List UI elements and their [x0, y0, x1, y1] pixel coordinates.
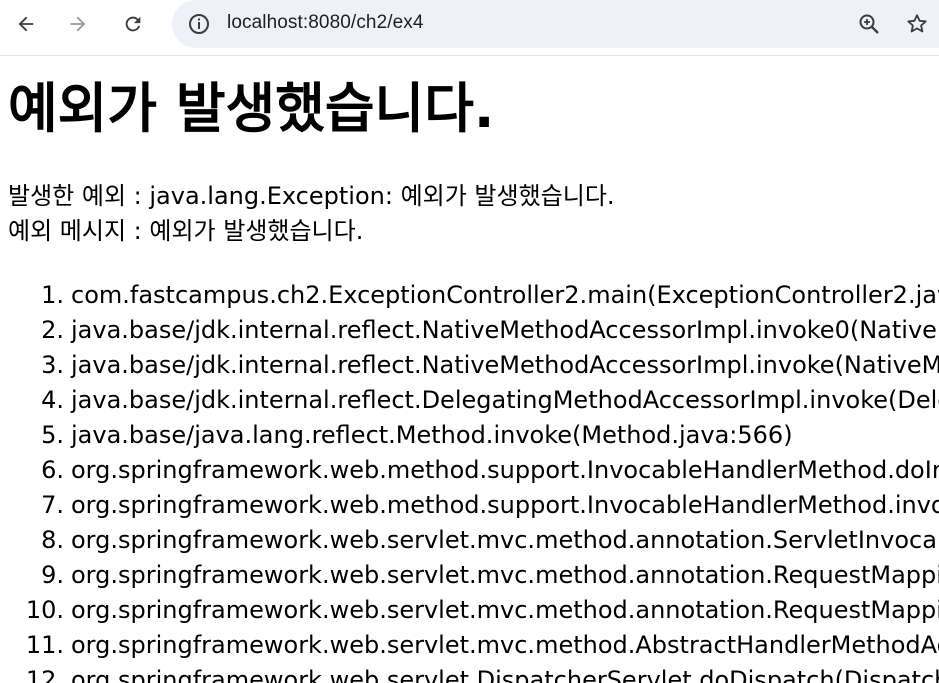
address-bar[interactable]: localhost:8080/ch2/ex4: [172, 0, 939, 48]
site-info-button[interactable]: [186, 11, 212, 37]
stack-trace-number: 9.: [41, 561, 64, 589]
back-button[interactable]: [8, 8, 44, 40]
info-icon: [189, 14, 209, 34]
stack-trace-line: com.fastcampus.ch2.ExceptionController2.…: [71, 281, 939, 309]
stack-trace-line: java.base/jdk.internal.reflect.NativeMet…: [71, 351, 939, 379]
arrow-right-icon: [70, 16, 86, 32]
exception-line: 발생한 예외 : java.lang.Exception: 예외가 발생했습니다…: [8, 182, 615, 210]
stack-trace-number: 11.: [25, 631, 64, 659]
page-title: 예외가 발생했습니다.: [8, 77, 495, 140]
stack-trace-line: java.base/jdk.internal.reflect.NativeMet…: [71, 316, 939, 344]
zoom-in-icon: [859, 14, 879, 34]
stack-trace-line: org.springframework.web.servlet.mvc.meth…: [71, 631, 939, 659]
stack-trace-line: org.springframework.web.method.support.I…: [71, 456, 939, 484]
stack-trace-number: 1.: [41, 281, 64, 309]
page-content: 예외가 발생했습니다. 발생한 예외 : java.lang.Exception…: [0, 57, 939, 683]
stack-trace-number: 2.: [41, 316, 64, 344]
reload-button[interactable]: [115, 8, 151, 40]
stack-trace-line: org.springframework.web.servlet.mvc.meth…: [71, 596, 939, 624]
stack-trace-line: org.springframework.web.servlet.mvc.meth…: [71, 561, 939, 589]
browser-toolbar: localhost:8080/ch2/ex4: [0, 0, 939, 56]
stack-trace-number: 8.: [41, 526, 64, 554]
stack-trace-line: java.base/jdk.internal.reflect.Delegatin…: [71, 386, 939, 414]
stack-trace-number: 12.: [25, 666, 64, 683]
stack-trace-number: 3.: [41, 351, 64, 379]
stack-trace-number: 7.: [41, 491, 64, 519]
stack-trace-number: 6.: [41, 456, 64, 484]
stack-trace-line: org.springframework.web.servlet.Dispatch…: [71, 666, 939, 683]
stack-trace-line: org.springframework.web.servlet.mvc.meth…: [71, 526, 939, 554]
bookmark-button[interactable]: [903, 10, 931, 38]
zoom-button[interactable]: [855, 10, 883, 38]
forward-button[interactable]: [60, 8, 96, 40]
url-text[interactable]: localhost:8080/ch2/ex4: [227, 12, 424, 34]
stack-trace-number: 4.: [41, 386, 64, 414]
arrow-left-icon: [18, 16, 34, 32]
stack-trace-line: java.base/java.lang.reflect.Method.invok…: [71, 421, 793, 449]
stack-trace-line: org.springframework.web.method.support.I…: [71, 491, 939, 519]
stack-trace-number: 10.: [25, 596, 64, 624]
reload-icon: [125, 16, 141, 32]
stack-trace-number: 5.: [41, 421, 64, 449]
message-line: 예외 메시지 : 예외가 발생했습니다.: [8, 217, 364, 245]
star-icon: [907, 14, 927, 33]
